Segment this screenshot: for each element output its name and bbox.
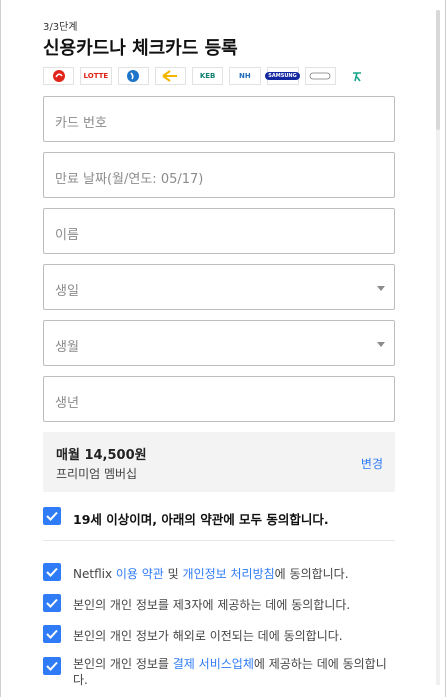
change-plan-link[interactable]: 변경 (361, 455, 383, 472)
privacy-policy-link[interactable]: 개인정보 처리방침 (183, 567, 275, 581)
kb-logo (154, 67, 186, 85)
keb-logo: KEB (192, 67, 224, 85)
payment-prefix: 본인의 개인 정보를 (73, 657, 173, 671)
terms-and: 및 (163, 567, 183, 581)
divider (43, 540, 395, 541)
shinhan-logo (342, 67, 373, 85)
payment-provider-label: 본인의 개인 정보를 결제 서비스업체에 제공하는 데에 동의합니다. (73, 656, 391, 688)
overseas-checkbox[interactable] (43, 625, 61, 643)
third-party-checkbox[interactable] (43, 594, 61, 612)
terms-suffix: 에 동의합니다. (274, 567, 349, 581)
check-icon (46, 511, 58, 521)
name-placeholder: 이름 (55, 228, 79, 243)
expiry-placeholder: 만료 날짜(월/연도: 05/17) (55, 172, 204, 187)
plan-name: 프리미엄 멤버십 (56, 467, 138, 481)
payment-provider-link[interactable]: 결제 서비스업체 (173, 657, 254, 671)
birth-month-placeholder: 생월 (55, 340, 79, 355)
third-party-label: 본인의 개인 정보를 제3자에 제공하는 데에 동의합니다. (73, 598, 351, 612)
lotte-logo: LOTTE (80, 67, 112, 85)
hyundai-logo (304, 67, 336, 85)
overseas-label: 본인의 개인 정보가 해외로 이전되는 데에 동의합니다. (73, 629, 343, 643)
agree-all-checkbox[interactable] (43, 507, 61, 525)
birth-day-select[interactable]: 생일 (43, 264, 395, 310)
woori-logo (117, 67, 149, 85)
birth-day-placeholder: 생일 (55, 284, 79, 299)
birth-year-field[interactable]: 생년 (43, 376, 395, 422)
name-field[interactable]: 이름 (43, 208, 395, 254)
check-icon (46, 598, 58, 608)
payment-provider-checkbox[interactable] (43, 657, 61, 675)
step-indicator: 3/3단계 (43, 22, 78, 33)
agree-all-label: 19세 이상이며, 아래의 약관에 모두 동의합니다. (73, 512, 329, 527)
plan-price: 매월 14,500원 (56, 448, 147, 463)
lotte-symbol-logo (43, 67, 75, 85)
samsung-logo: SAMSUNG (265, 67, 300, 85)
plan-summary: 매월 14,500원 프리미엄 멤버십 변경 (43, 432, 395, 492)
terms-checkbox[interactable] (43, 563, 61, 581)
terms-label: Netflix 이용 약관 및 개인정보 처리방침에 동의합니다. (73, 565, 349, 582)
nh-logo: NH (229, 67, 261, 85)
card-number-placeholder: 카드 번호 (55, 116, 107, 131)
birth-year-placeholder: 생년 (55, 396, 79, 411)
terms-prefix: Netflix (73, 567, 116, 581)
chevron-down-icon (377, 286, 385, 291)
card-number-field[interactable]: 카드 번호 (43, 96, 395, 142)
terms-of-use-link[interactable]: 이용 약관 (116, 567, 164, 581)
expiry-field[interactable]: 만료 날짜(월/연도: 05/17) (43, 152, 395, 198)
check-icon (46, 629, 58, 639)
chevron-down-icon (377, 342, 385, 347)
scrollbar[interactable] (436, 10, 440, 685)
card-logos: LOTTE KEB NH SAMSUNG (43, 67, 373, 85)
page-title: 신용카드나 체크카드 등록 (43, 38, 238, 59)
check-icon (46, 567, 58, 577)
samsung-logo-text: SAMSUNG (265, 72, 300, 80)
check-icon (46, 661, 58, 671)
birth-month-select[interactable]: 생월 (43, 320, 395, 366)
scrollbar-thumb[interactable] (436, 10, 440, 130)
